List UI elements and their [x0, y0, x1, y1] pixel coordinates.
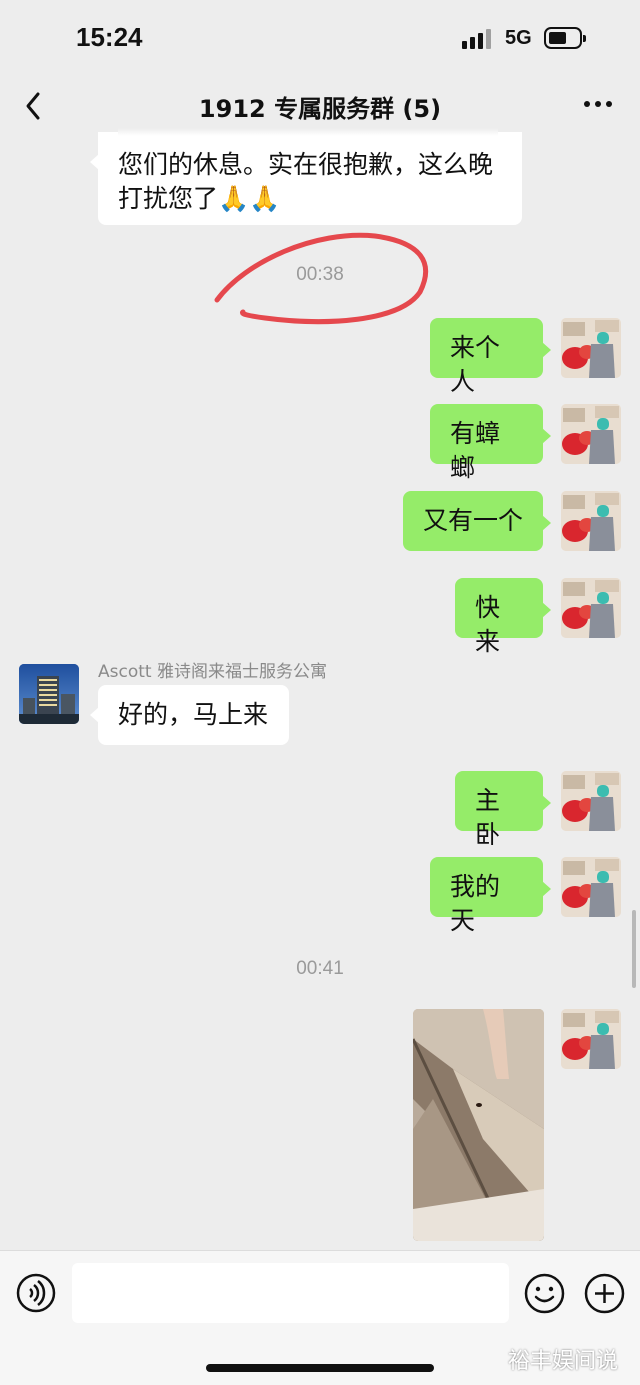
battery-icon — [544, 27, 586, 49]
avatar-image — [561, 1009, 621, 1069]
home-indicator — [206, 1364, 434, 1372]
partial-cutoff-text — [118, 128, 498, 136]
message-text: 快来 — [475, 593, 501, 656]
message-text: 来个人 — [450, 333, 501, 396]
message-bubble-incoming-partial: 您们的休息。实在很抱歉，这么晚 打扰您了🙏🙏 — [90, 132, 522, 225]
message-text: 您们的休息。实在很抱歉，这么晚 — [118, 150, 494, 179]
message-bubble-outgoing: 主卧 — [455, 771, 551, 849]
avatar-image — [561, 318, 621, 378]
avatar[interactable] — [561, 578, 621, 638]
scrollbar[interactable] — [632, 910, 636, 988]
avatar-image — [561, 491, 621, 551]
network-label: 5G — [505, 27, 532, 49]
message-bubble-incoming: 好的，马上来 — [90, 685, 289, 745]
avatar-image — [561, 771, 621, 831]
message-text: 打扰您了🙏🙏 — [118, 184, 281, 213]
avatar[interactable] — [561, 771, 621, 831]
message-bubble-outgoing: 快来 — [455, 578, 551, 656]
message-text: 好的，马上来 — [118, 700, 269, 729]
avatar[interactable] — [561, 491, 621, 551]
voice-icon[interactable] — [16, 1273, 56, 1313]
message-text: 有蟑螂 — [450, 419, 501, 482]
message-text: 又有一个 — [423, 506, 524, 535]
timestamp: 00:41 — [296, 958, 344, 979]
signal-icon — [462, 29, 492, 49]
sender-name: Ascott 雅诗阁来福士服务公寓 — [98, 662, 327, 682]
chat-title: 1912 专属服务群 (5) — [198, 95, 442, 123]
message-input[interactable] — [72, 1263, 509, 1323]
avatar-image — [561, 857, 621, 917]
message-bubble-outgoing: 我的天 — [430, 857, 551, 935]
message-bubble-outgoing: 来个人 — [430, 318, 551, 396]
message-text: 主卧 — [475, 786, 501, 849]
hotel-avatar[interactable] — [19, 664, 79, 724]
chat-header: 1912 专属服务群 (5) — [0, 76, 640, 136]
plus-icon[interactable] — [584, 1273, 625, 1314]
avatar[interactable] — [561, 857, 621, 917]
message-bubble-outgoing: 又有一个 — [403, 491, 551, 551]
more-dots-icon[interactable] — [582, 90, 614, 118]
avatar[interactable] — [561, 1009, 621, 1069]
message-bubble-outgoing: 有蟑螂 — [430, 404, 551, 482]
message-text: 我的天 — [450, 872, 501, 935]
photo-message[interactable] — [413, 1009, 544, 1241]
avatar-image — [561, 578, 621, 638]
hotel-avatar-image — [19, 664, 79, 724]
cockroach-photo — [413, 1009, 544, 1241]
avatar-image — [561, 404, 621, 464]
pray-emoji: 🙏🙏 — [218, 184, 281, 213]
emoji-icon[interactable] — [524, 1273, 565, 1314]
avatar[interactable] — [561, 404, 621, 464]
status-bar: 15:24 5G — [0, 0, 640, 76]
avatar[interactable] — [561, 318, 621, 378]
status-time: 15:24 — [76, 22, 143, 52]
watermark: 裕丰娱间说 — [508, 1349, 619, 1374]
red-annotation-circle — [214, 232, 429, 325]
